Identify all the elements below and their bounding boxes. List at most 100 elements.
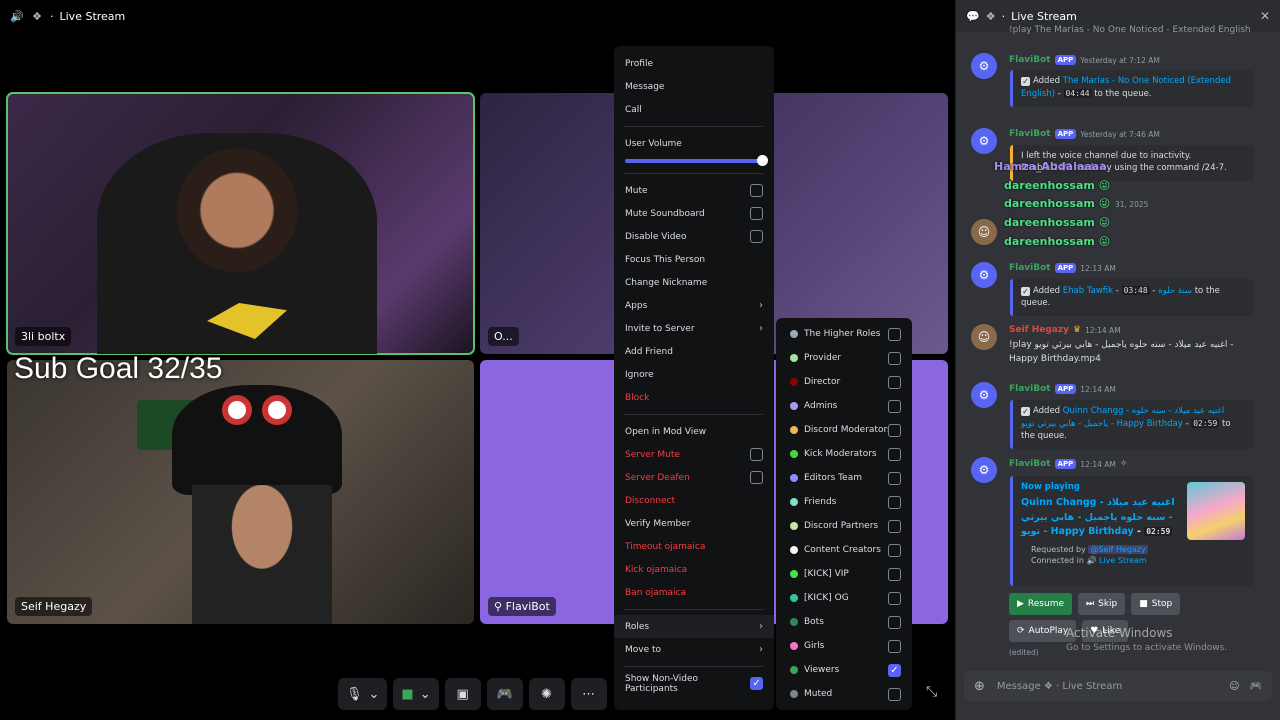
- menu-mod-view[interactable]: Open in Mod View: [614, 420, 774, 443]
- minimize-icon[interactable]: ⤡: [926, 684, 937, 700]
- menu-ban[interactable]: Ban ojamaica: [614, 581, 774, 604]
- menu-message[interactable]: Message: [614, 75, 774, 98]
- checkbox[interactable]: [750, 230, 763, 243]
- checkbox[interactable]: [888, 519, 901, 533]
- volume-slider[interactable]: [625, 155, 768, 166]
- activity-button[interactable]: 🎮: [486, 678, 523, 710]
- emoji-icon: 😜: [1098, 235, 1111, 248]
- role-item[interactable]: Content Creators: [776, 538, 912, 562]
- checkbox-checked[interactable]: ✓: [750, 677, 763, 690]
- menu-show-non-video[interactable]: Show Non-Video Participants ✓: [614, 672, 774, 695]
- role-item[interactable]: The Higher Roles: [776, 322, 912, 346]
- screen-share-button[interactable]: ▣: [444, 678, 481, 710]
- menu-move-to[interactable]: Move to ›: [614, 638, 774, 661]
- role-item[interactable]: Director: [776, 370, 912, 394]
- role-item[interactable]: Discord Partners: [776, 514, 912, 538]
- soundboard-button[interactable]: ✺: [528, 678, 565, 710]
- skip-button[interactable]: ⏭ Skip: [1078, 593, 1126, 615]
- checkbox[interactable]: [888, 495, 901, 509]
- checkbox[interactable]: [888, 471, 901, 485]
- bot-avatar[interactable]: ⚙: [971, 128, 997, 154]
- bot-avatar[interactable]: ⚙: [971, 262, 997, 288]
- role-item[interactable]: Muted: [776, 682, 912, 706]
- role-item[interactable]: [KICK] OG: [776, 586, 912, 610]
- username[interactable]: FlaviBot: [1009, 55, 1051, 65]
- role-item[interactable]: [KICK] VIP: [776, 562, 912, 586]
- mic-button[interactable]: 🎙 ⌄: [338, 678, 388, 710]
- add-icon[interactable]: ⊕: [974, 679, 985, 694]
- user-avatar[interactable]: ☺: [971, 219, 997, 245]
- checkbox[interactable]: [888, 543, 901, 557]
- role-name: The Higher Roles: [804, 329, 881, 339]
- menu-disconnect[interactable]: Disconnect: [614, 489, 774, 512]
- video-tile-1[interactable]: 3li boltx: [6, 92, 475, 355]
- checkbox[interactable]: [888, 351, 901, 365]
- menu-invite[interactable]: Invite to Server ›: [614, 317, 774, 340]
- role-item[interactable]: Provider: [776, 346, 912, 370]
- message-composer[interactable]: ⊕ Message ❖ · Live Stream ☺ 🎮: [964, 671, 1272, 701]
- username[interactable]: FlaviBot: [1009, 263, 1051, 273]
- chevron-down-icon[interactable]: ⌄: [420, 687, 431, 702]
- role-item[interactable]: Viewers ✓: [776, 658, 912, 682]
- checkbox[interactable]: [750, 207, 763, 220]
- menu-server-mute[interactable]: Server Mute: [614, 443, 774, 466]
- chevron-right-icon: ›: [759, 621, 763, 632]
- slider-knob[interactable]: [757, 155, 768, 166]
- bot-avatar[interactable]: ⚙: [971, 457, 997, 483]
- checkbox-checked[interactable]: ✓: [888, 663, 901, 677]
- bot-avatar[interactable]: ⚙: [971, 53, 997, 79]
- menu-disable-video[interactable]: Disable Video: [614, 225, 774, 248]
- emoji-icon[interactable]: ☺: [1229, 681, 1239, 692]
- gamepad-icon[interactable]: 🎮: [1250, 681, 1262, 692]
- checkbox[interactable]: [888, 687, 901, 701]
- username[interactable]: FlaviBot: [1009, 129, 1051, 139]
- menu-kick[interactable]: Kick ojamaica: [614, 558, 774, 581]
- checkbox[interactable]: [888, 447, 901, 461]
- menu-block[interactable]: Block: [614, 386, 774, 409]
- checkbox[interactable]: [888, 639, 901, 653]
- username[interactable]: Seif Hegazy: [1009, 325, 1069, 335]
- role-item[interactable]: Editors Team: [776, 466, 912, 490]
- checkbox[interactable]: [888, 399, 901, 413]
- checkbox[interactable]: [888, 567, 901, 581]
- video-tile-3[interactable]: Seif Hegazy: [7, 360, 474, 624]
- close-icon[interactable]: ✕: [1260, 9, 1270, 23]
- menu-server-deafen[interactable]: Server Deafen: [614, 466, 774, 489]
- menu-apps[interactable]: Apps ›: [614, 294, 774, 317]
- more-button[interactable]: ⋯: [570, 678, 607, 710]
- checkbox[interactable]: [888, 423, 901, 437]
- chevron-down-icon[interactable]: ⌄: [369, 687, 380, 702]
- username[interactable]: FlaviBot: [1009, 459, 1051, 469]
- role-item[interactable]: Girls: [776, 634, 912, 658]
- checkbox[interactable]: [750, 184, 763, 197]
- checkbox[interactable]: [888, 375, 901, 389]
- menu-profile[interactable]: Profile: [614, 52, 774, 75]
- menu-ignore[interactable]: Ignore: [614, 363, 774, 386]
- role-item[interactable]: Discord Moderators: [776, 418, 912, 442]
- menu-call[interactable]: Call: [614, 98, 774, 121]
- menu-change-nickname[interactable]: Change Nickname: [614, 271, 774, 294]
- checkbox[interactable]: [750, 471, 763, 484]
- checkbox[interactable]: [888, 591, 901, 605]
- role-item[interactable]: Kick Moderators: [776, 442, 912, 466]
- stop-button[interactable]: ■ Stop: [1131, 593, 1181, 615]
- username[interactable]: FlaviBot: [1009, 384, 1051, 394]
- menu-timeout[interactable]: Timeout ojamaica: [614, 535, 774, 558]
- message-input[interactable]: Message ❖ · Live Stream: [997, 681, 1122, 692]
- menu-mute-soundboard[interactable]: Mute Soundboard: [614, 202, 774, 225]
- menu-add-friend[interactable]: Add Friend: [614, 340, 774, 363]
- menu-verify-member[interactable]: Verify Member: [614, 512, 774, 535]
- checkbox[interactable]: [888, 615, 901, 629]
- user-avatar[interactable]: ☺: [971, 324, 997, 350]
- menu-focus-person[interactable]: Focus This Person: [614, 248, 774, 271]
- camera-button[interactable]: ■ ⌄: [393, 678, 439, 710]
- checkbox[interactable]: [888, 327, 901, 341]
- checkbox[interactable]: [750, 448, 763, 461]
- bot-avatar[interactable]: ⚙: [971, 382, 997, 408]
- menu-mute[interactable]: Mute: [614, 179, 774, 202]
- resume-button[interactable]: ▶ Resume: [1009, 593, 1073, 615]
- role-item[interactable]: Friends: [776, 490, 912, 514]
- role-item[interactable]: Bots: [776, 610, 912, 634]
- menu-roles[interactable]: Roles ›: [614, 615, 774, 638]
- role-item[interactable]: Admins: [776, 394, 912, 418]
